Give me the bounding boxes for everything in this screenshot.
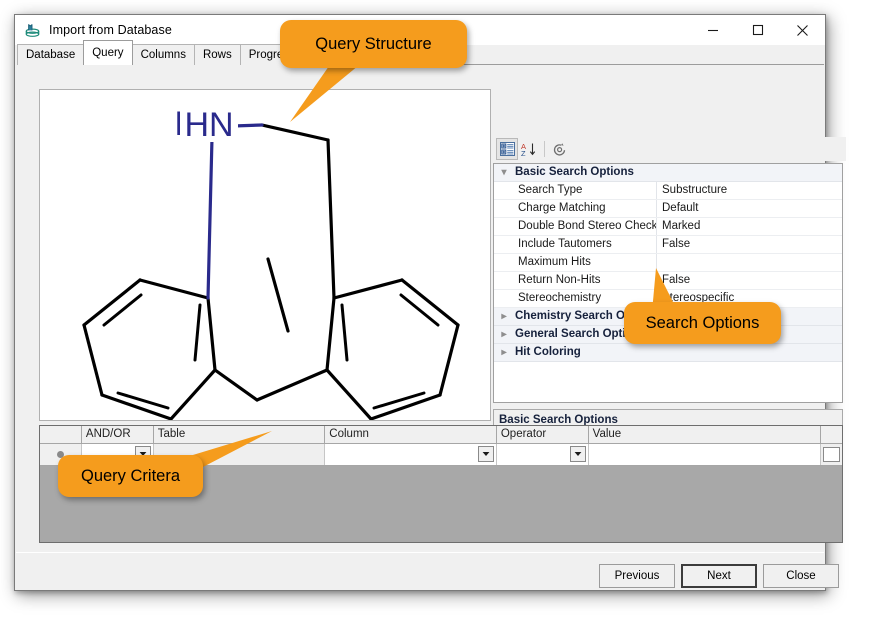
property-name: Double Bond Stereo Check bbox=[514, 218, 657, 235]
tab-database[interactable]: Database bbox=[17, 44, 84, 65]
minimize-icon[interactable] bbox=[690, 15, 735, 45]
property-name: Search Type bbox=[514, 182, 657, 199]
criteria-header-operator[interactable]: Operator bbox=[497, 426, 589, 443]
molecule-hn-label: HN bbox=[184, 106, 233, 144]
tab-rows-label: Rows bbox=[203, 49, 232, 61]
database-stack-icon bbox=[24, 22, 41, 39]
chevron-right-icon[interactable]: ▸ bbox=[494, 326, 514, 343]
criteria-header-column[interactable]: Column bbox=[325, 426, 497, 443]
window-title: Import from Database bbox=[49, 23, 172, 37]
criteria-cell-value[interactable] bbox=[589, 444, 821, 465]
footer-separator bbox=[16, 552, 824, 553]
tab-query-label: Query bbox=[92, 47, 123, 59]
property-category-basic-search-options[interactable]: ▾ Basic Search Options bbox=[494, 164, 842, 182]
criteria-cell-column[interactable] bbox=[325, 444, 497, 465]
criteria-header-value[interactable]: Value bbox=[589, 426, 821, 443]
query-structure-canvas[interactable]: HN HN bbox=[39, 89, 491, 421]
toolbar-separator bbox=[544, 141, 545, 157]
callout-search-options-text: Search Options bbox=[646, 314, 760, 333]
chevron-down-icon[interactable] bbox=[570, 446, 586, 462]
property-row-search-type[interactable]: Search Type Substructure bbox=[494, 182, 842, 200]
tab-database-label: Database bbox=[26, 49, 75, 61]
property-row-double-bond-stereo-check[interactable]: Double Bond Stereo Check Marked bbox=[494, 218, 842, 236]
maximize-icon[interactable] bbox=[735, 15, 780, 45]
callout-query-criteria-bubble: Query Critera bbox=[58, 455, 203, 497]
next-button[interactable]: Next bbox=[681, 564, 757, 588]
callout-query-criteria-text: Query Critera bbox=[81, 467, 180, 486]
previous-button[interactable]: Previous bbox=[599, 564, 675, 588]
reset-properties-icon[interactable] bbox=[549, 138, 571, 160]
property-name: Charge Matching bbox=[514, 200, 657, 217]
alphabetical-sort-icon[interactable]: A Z bbox=[518, 138, 540, 160]
property-category-label: Hit Coloring bbox=[514, 344, 581, 361]
chevron-right-icon[interactable]: ▸ bbox=[494, 308, 514, 325]
close-button[interactable]: Close bbox=[763, 564, 839, 588]
tab-query[interactable]: Query bbox=[83, 40, 132, 65]
criteria-row-endbox[interactable] bbox=[823, 447, 840, 462]
property-row-include-tautomers[interactable]: Include Tautomers False bbox=[494, 236, 842, 254]
tab-rows[interactable]: Rows bbox=[194, 44, 241, 65]
tab-columns[interactable]: Columns bbox=[132, 44, 195, 65]
screenshot-root: Import from Database Database Query Colu… bbox=[0, 0, 882, 635]
close-icon[interactable] bbox=[780, 15, 825, 45]
property-row-charge-matching[interactable]: Charge Matching Default bbox=[494, 200, 842, 218]
molecule-atom-label-layer: HN bbox=[40, 90, 490, 420]
chevron-down-icon[interactable]: ▾ bbox=[494, 164, 514, 181]
property-grid-toolbar: A Z bbox=[493, 137, 846, 161]
callout-query-structure-text: Query Structure bbox=[315, 35, 431, 54]
property-value[interactable]: Marked bbox=[657, 218, 842, 235]
property-value[interactable]: False bbox=[657, 236, 842, 253]
chevron-right-icon[interactable]: ▸ bbox=[494, 344, 514, 361]
svg-text:Z: Z bbox=[521, 149, 526, 157]
criteria-cell-extra[interactable] bbox=[821, 444, 842, 465]
property-value[interactable]: Substructure bbox=[657, 182, 842, 199]
window-controls bbox=[690, 15, 825, 45]
chevron-down-icon[interactable] bbox=[478, 446, 494, 462]
callout-search-options-bubble: Search Options bbox=[624, 302, 781, 344]
property-category-hit-coloring[interactable]: ▸ Hit Coloring bbox=[494, 344, 842, 362]
property-name: Include Tautomers bbox=[514, 236, 657, 253]
criteria-header-extra bbox=[821, 426, 842, 443]
tab-columns-label: Columns bbox=[141, 49, 186, 61]
criteria-cell-operator[interactable] bbox=[497, 444, 589, 465]
property-description-title: Basic Search Options bbox=[494, 410, 842, 426]
categorized-view-icon[interactable] bbox=[496, 138, 518, 160]
property-value[interactable]: Default bbox=[657, 200, 842, 217]
callout-query-structure-bubble: Query Structure bbox=[280, 20, 467, 68]
property-category-label: Basic Search Options bbox=[514, 164, 634, 181]
